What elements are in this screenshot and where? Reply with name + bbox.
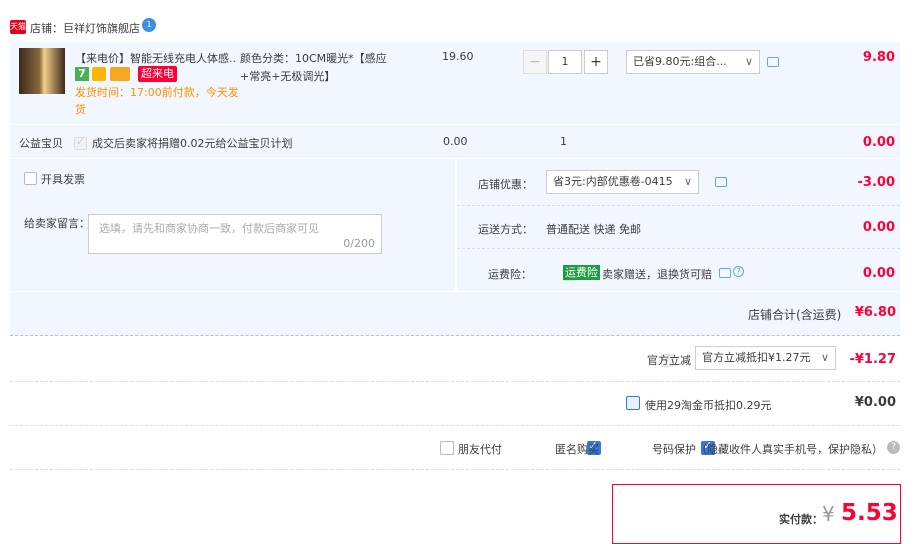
- qty-minus-button[interactable]: −: [523, 50, 547, 74]
- charity-checkbox: [74, 135, 87, 150]
- coupon-select[interactable]: 省3元:内部优惠卷-0415 ∨: [546, 170, 699, 194]
- coupon-value: 省3元:内部优惠卷-0415: [553, 175, 673, 188]
- official-label: 官方立减: [647, 354, 691, 367]
- anonymous-label[interactable]: 匿名购买: [555, 441, 599, 457]
- message-input[interactable]: 选填，请先和商家协商一致，付款后商家可见 0/200: [88, 214, 382, 254]
- pay-currency: ¥: [822, 502, 835, 526]
- insurance-text: 卖家赠送，退换货可赔: [602, 268, 712, 281]
- wangwang-icon[interactable]: 1: [142, 18, 156, 32]
- message-label: 给卖家留言：: [24, 217, 90, 230]
- chat-icon[interactable]: [719, 268, 731, 278]
- coins-checkbox[interactable]: [626, 396, 640, 410]
- divider: [10, 469, 900, 470]
- chevron-down-icon: ∨: [683, 175, 692, 188]
- qty-input[interactable]: 1: [548, 50, 582, 74]
- item-subtotal: 9.80: [862, 50, 895, 65]
- shop-total-label: 店铺合计(含运费): [748, 308, 842, 322]
- pay-amount: 5.53: [841, 500, 898, 526]
- message-placeholder: 选填，请先和商家协商一致，付款后商家可见: [99, 222, 319, 235]
- message-counter: 0/200: [343, 237, 375, 250]
- shop-name[interactable]: 店铺：巨祥灯饰旗舰店: [30, 20, 140, 36]
- help-icon[interactable]: ?: [733, 266, 744, 277]
- insurance-tag: 运费险: [563, 265, 600, 280]
- chat-icon[interactable]: [767, 57, 779, 67]
- shipping-amount: 0.00: [862, 220, 895, 235]
- charity-price: 0.00: [443, 135, 468, 148]
- charity-total: 0.00: [862, 135, 895, 150]
- official-value: 官方立减抵扣¥1.27元: [702, 351, 811, 364]
- friend-pay-label[interactable]: 朋友代付: [458, 441, 502, 457]
- chevron-down-icon: ∨: [744, 55, 753, 68]
- chevron-down-icon: ∨: [820, 351, 829, 364]
- coins-label[interactable]: 使用29淘金币抵扣0.29元: [645, 397, 772, 413]
- insurance-amount: 0.00: [862, 266, 895, 281]
- charity-label: 公益宝贝: [19, 137, 63, 150]
- pay-label: 实付款：: [779, 513, 823, 526]
- invoice-label[interactable]: 开具发票: [41, 171, 85, 187]
- shipping-value: 普通配送 快递 免邮: [546, 223, 641, 236]
- ship-time: 发货时间：17:00前付款，今天发货: [75, 86, 239, 116]
- unit-price: 19.60: [442, 50, 474, 63]
- tmall-badge: 天猫: [10, 20, 26, 34]
- coupon-amount: -3.00: [857, 175, 895, 190]
- product-title[interactable]: 【来电价】智能无线充电人体感...: [75, 50, 235, 66]
- discount-value: 已省9.80元:组合...: [633, 55, 727, 68]
- insurance-label: 运费险：: [488, 268, 532, 281]
- friend-pay-checkbox[interactable]: [440, 441, 454, 455]
- super-charge-tag: 超来电: [138, 66, 177, 82]
- divider: [10, 381, 900, 382]
- help-icon[interactable]: ?: [887, 441, 900, 454]
- charity-text: 成交后卖家将捐赠0.02元给公益宝贝计划: [92, 137, 293, 150]
- product-image[interactable]: [19, 48, 65, 94]
- divider: [457, 205, 900, 206]
- official-select[interactable]: 官方立减抵扣¥1.27元 ∨: [695, 346, 836, 370]
- privacy-label[interactable]: 号码保护（隐藏收件人真实手机号，保护隐私）: [652, 441, 883, 457]
- shipping-label: 运送方式：: [478, 223, 533, 236]
- seven-day-return-icon: 7: [75, 67, 89, 81]
- invoice-checkbox[interactable]: [24, 172, 37, 185]
- coins-amount: ¥0.00: [854, 395, 896, 410]
- card-icon: [110, 67, 130, 81]
- shop-total-amount: ¥6.80: [854, 305, 896, 320]
- divider: [10, 425, 900, 426]
- coupon-label: 店铺优惠：: [478, 178, 533, 191]
- divider: [457, 248, 900, 249]
- discount-select[interactable]: 已省9.80元:组合... ∨: [626, 50, 760, 74]
- official-amount: -¥1.27: [849, 352, 896, 367]
- product-spec: 颜色分类：10CM暖光*【感应+常亮+无极调光】: [240, 52, 387, 83]
- qty-plus-button[interactable]: +: [584, 50, 608, 74]
- charity-qty: 1: [560, 135, 567, 148]
- chat-icon[interactable]: [715, 177, 727, 187]
- guarantee-icon: [92, 67, 106, 81]
